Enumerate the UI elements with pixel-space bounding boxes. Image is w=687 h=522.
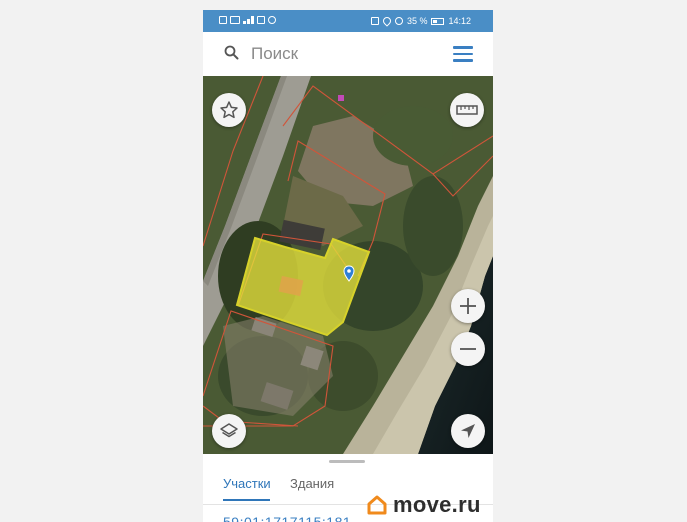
eye-icon (268, 16, 276, 24)
mute-icon (370, 17, 379, 25)
minus-icon (460, 348, 476, 350)
location-icon (381, 15, 393, 27)
menu-icon[interactable] (453, 46, 473, 62)
battery-percent: 35 % (406, 16, 428, 26)
search-icon[interactable] (224, 45, 239, 60)
house-logo-icon (367, 495, 387, 515)
plus-icon (460, 298, 476, 314)
active-tab-indicator (223, 499, 270, 501)
search-input[interactable] (251, 40, 431, 68)
status-bar: 35 % 14:12 (203, 10, 493, 32)
zoom-out-button[interactable] (451, 332, 485, 366)
battery-icon (431, 17, 445, 25)
favorite-button[interactable] (212, 93, 246, 127)
phone-screen: 35 % 14:12 Поиск Участки Здания 59:01:17… (203, 10, 493, 522)
brand-watermark: move.ru (366, 492, 481, 518)
ruler-icon (456, 105, 478, 115)
network-type-icon (230, 16, 240, 24)
layers-button[interactable] (212, 414, 246, 448)
signal-icon (243, 16, 254, 24)
alarm-icon (394, 17, 403, 25)
locate-button[interactable] (451, 414, 485, 448)
navigation-arrow-icon (461, 424, 475, 438)
tab-parcels[interactable]: Участки (223, 476, 271, 491)
star-icon (220, 101, 238, 119)
status-right-icons: 35 % 14:12 (370, 15, 471, 27)
layers-icon (220, 423, 238, 438)
clock: 14:12 (448, 16, 471, 26)
status-left-icons (219, 16, 276, 24)
ruler-button[interactable] (450, 93, 484, 127)
zoom-in-button[interactable] (451, 289, 485, 323)
location-pin-icon[interactable] (343, 265, 355, 282)
sim-icon (219, 16, 227, 24)
tab-buildings[interactable]: Здания (290, 476, 334, 491)
drag-handle[interactable] (329, 460, 365, 463)
satellite-map[interactable] (203, 76, 493, 454)
cadastral-number[interactable]: 59:01:1717115:181 (223, 514, 351, 522)
nfc-icon (257, 16, 265, 24)
brand-text: move.ru (393, 492, 481, 517)
